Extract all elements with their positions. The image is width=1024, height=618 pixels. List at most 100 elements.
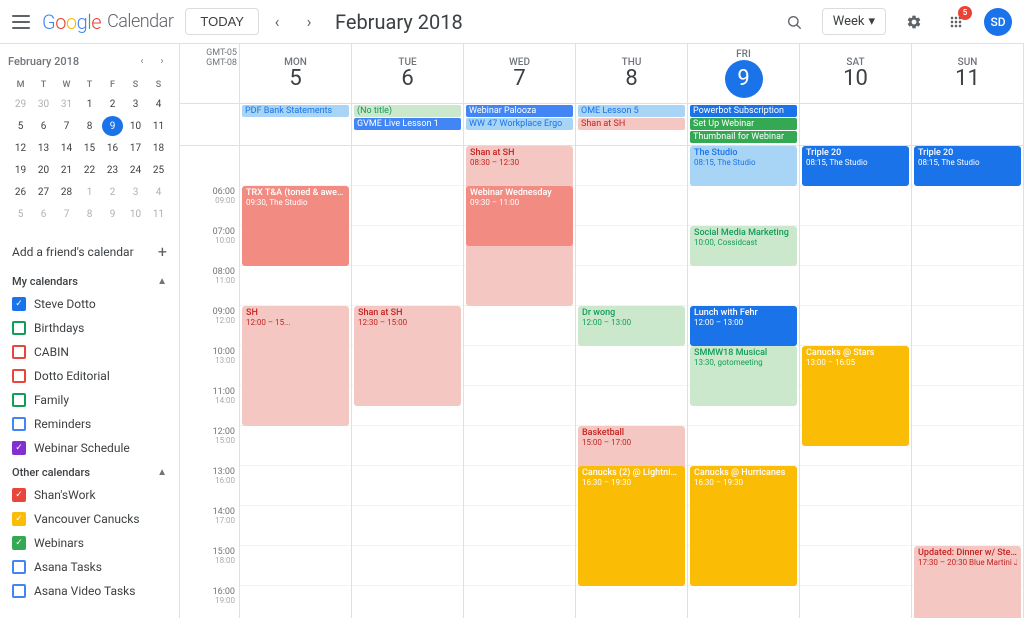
- today-button[interactable]: TODAY: [185, 8, 259, 35]
- calendar-checkbox[interactable]: [12, 297, 26, 311]
- other-calendars-section[interactable]: Other calendars ▲: [0, 460, 179, 483]
- calendar-item[interactable]: Asana Video Tasks: [0, 579, 179, 603]
- search-icon[interactable]: [780, 8, 808, 36]
- mini-cal-day[interactable]: 6: [33, 204, 54, 224]
- event-block[interactable]: Dr wong12:00 – 13:00: [578, 306, 685, 346]
- view-selector[interactable]: Week ▾: [822, 8, 886, 35]
- calendar-item[interactable]: Birthdays: [0, 316, 179, 340]
- day-number[interactable]: 11: [955, 68, 980, 90]
- mini-cal-day[interactable]: 1: [79, 182, 100, 202]
- mini-cal-day[interactable]: 29: [10, 94, 31, 114]
- mini-cal-day[interactable]: 12: [10, 138, 31, 158]
- calendar-item[interactable]: Webinar Schedule: [0, 436, 179, 460]
- mini-cal-day[interactable]: 3: [125, 94, 146, 114]
- calendar-item[interactable]: CABIN: [0, 340, 179, 364]
- day-number[interactable]: 8: [625, 68, 637, 90]
- mini-cal-day[interactable]: 20: [33, 160, 54, 180]
- allday-event[interactable]: GVME Live Lesson 1: [354, 118, 461, 130]
- calendar-checkbox[interactable]: [12, 512, 26, 526]
- event-block[interactable]: Webinar Wednesday09:30 – 11:00: [466, 186, 573, 246]
- calendar-checkbox[interactable]: [12, 417, 26, 431]
- event-block[interactable]: Triple 2008:15, The Studio: [914, 146, 1021, 186]
- day-number[interactable]: 9: [725, 60, 763, 98]
- calendar-checkbox[interactable]: [12, 560, 26, 574]
- allday-event[interactable]: PDF Bank Statements: [242, 105, 349, 117]
- next-arrow[interactable]: ›: [295, 8, 323, 36]
- mini-cal-day[interactable]: 24: [125, 160, 146, 180]
- event-block[interactable]: TRX T&A (toned & awes...09:30, The Studi…: [242, 186, 349, 266]
- allday-event[interactable]: Webinar Palooza: [466, 105, 573, 117]
- allday-event[interactable]: Powerbot Subscription: [690, 105, 797, 117]
- mini-cal-day[interactable]: 4: [148, 94, 169, 114]
- mini-cal-day[interactable]: 19: [10, 160, 31, 180]
- calendar-item[interactable]: Webinars: [0, 531, 179, 555]
- day-number[interactable]: 7: [513, 68, 525, 90]
- mini-cal-day[interactable]: 9: [102, 116, 123, 136]
- day-number[interactable]: 6: [401, 68, 413, 90]
- mini-cal-day[interactable]: 7: [56, 204, 77, 224]
- mini-cal-day[interactable]: 4: [148, 182, 169, 202]
- calendar-checkbox[interactable]: [12, 345, 26, 359]
- mini-cal-day[interactable]: 10: [125, 116, 146, 136]
- allday-event[interactable]: Shan at SH: [578, 118, 685, 130]
- event-block[interactable]: Triple 2008:15, The Studio: [802, 146, 909, 186]
- mini-cal-day[interactable]: 27: [33, 182, 54, 202]
- day-number[interactable]: 5: [289, 68, 301, 90]
- mini-next-btn[interactable]: ›: [153, 52, 171, 70]
- calendar-item[interactable]: Reminders: [0, 412, 179, 436]
- my-calendars-section[interactable]: My calendars ▲: [0, 269, 179, 292]
- calendar-checkbox[interactable]: [12, 369, 26, 383]
- calendar-checkbox[interactable]: [12, 536, 26, 550]
- mini-cal-day[interactable]: 30: [33, 94, 54, 114]
- event-block[interactable]: Updated: Dinner w/ Steve & Shannon17:30 …: [914, 546, 1021, 618]
- allday-event[interactable]: Set Up Webinar: [690, 118, 797, 130]
- allday-event[interactable]: OME Lesson 5: [578, 105, 685, 117]
- mini-cal-day[interactable]: 25: [148, 160, 169, 180]
- calendar-checkbox[interactable]: [12, 441, 26, 455]
- mini-cal-day[interactable]: 23: [102, 160, 123, 180]
- calendar-item[interactable]: Vancouver Canucks: [0, 507, 179, 531]
- mini-cal-day[interactable]: 26: [10, 182, 31, 202]
- mini-cal-day[interactable]: 8: [79, 116, 100, 136]
- avatar[interactable]: SD: [984, 8, 1012, 36]
- mini-cal-day[interactable]: 5: [10, 204, 31, 224]
- calendar-item[interactable]: Dotto Editorial: [0, 364, 179, 388]
- mini-cal-day[interactable]: 2: [102, 182, 123, 202]
- calendar-item[interactable]: Shan'sWork: [0, 483, 179, 507]
- mini-cal-day[interactable]: 2: [102, 94, 123, 114]
- prev-arrow[interactable]: ‹: [263, 8, 291, 36]
- event-block[interactable]: Shan at SH12:30 – 15:00: [354, 306, 461, 406]
- mini-cal-day[interactable]: 9: [102, 204, 123, 224]
- menu-icon[interactable]: [12, 15, 30, 29]
- calendar-checkbox[interactable]: [12, 321, 26, 335]
- event-block[interactable]: Lunch with Fehr12:00 – 13:00: [690, 306, 797, 346]
- mini-cal-day[interactable]: 18: [148, 138, 169, 158]
- mini-cal-day[interactable]: 15: [79, 138, 100, 158]
- mini-prev-btn[interactable]: ‹: [133, 52, 151, 70]
- mini-cal-day[interactable]: 1: [79, 94, 100, 114]
- mini-cal-day[interactable]: 16: [102, 138, 123, 158]
- event-block[interactable]: Canucks (2) @ Lightning (5)16:30 – 19:30: [578, 466, 685, 586]
- calendar-checkbox[interactable]: [12, 393, 26, 407]
- mini-cal-day[interactable]: 10: [125, 204, 146, 224]
- apps-icon[interactable]: 5: [942, 8, 970, 36]
- day-number[interactable]: 10: [843, 68, 868, 90]
- mini-cal-day[interactable]: 7: [56, 116, 77, 136]
- calendar-item[interactable]: Asana Tasks: [0, 555, 179, 579]
- add-friend-calendar[interactable]: Add a friend's calendar +: [0, 234, 179, 269]
- mini-cal-day[interactable]: 21: [56, 160, 77, 180]
- mini-cal-day[interactable]: 5: [10, 116, 31, 136]
- event-block[interactable]: Canucks @ Hurricanes16:30 – 19:30: [690, 466, 797, 586]
- mini-cal-day[interactable]: 8: [79, 204, 100, 224]
- mini-cal-day[interactable]: 13: [33, 138, 54, 158]
- mini-cal-day[interactable]: 6: [33, 116, 54, 136]
- mini-cal-day[interactable]: 17: [125, 138, 146, 158]
- calendar-checkbox[interactable]: [12, 488, 26, 502]
- allday-event[interactable]: (No title): [354, 105, 461, 117]
- event-block[interactable]: SMMW18 Musical13:30, gotomeeting: [690, 346, 797, 406]
- settings-icon[interactable]: [900, 8, 928, 36]
- event-block[interactable]: Canucks @ Stars13:00 – 16:05: [802, 346, 909, 446]
- calendar-item[interactable]: Steve Dotto: [0, 292, 179, 316]
- mini-cal-day[interactable]: 14: [56, 138, 77, 158]
- mini-cal-day[interactable]: 3: [125, 182, 146, 202]
